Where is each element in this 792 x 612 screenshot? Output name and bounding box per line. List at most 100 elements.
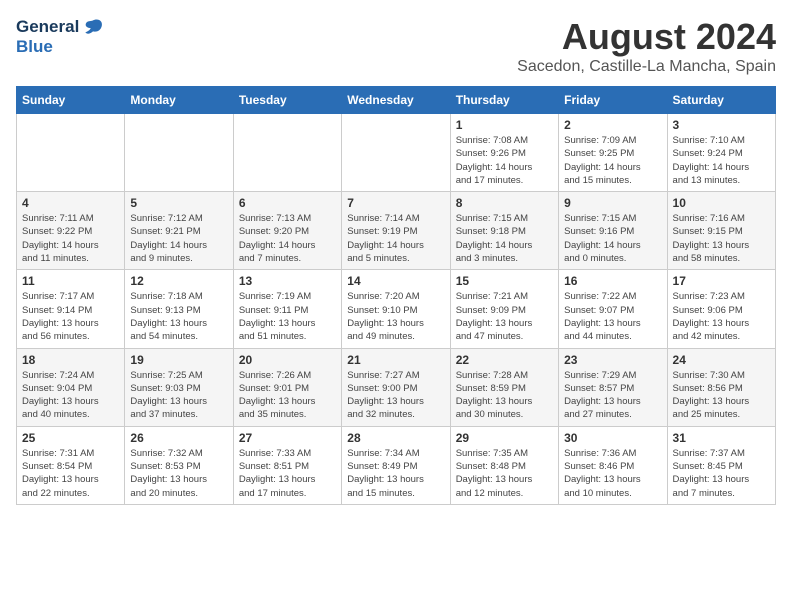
- day-number: 13: [239, 274, 336, 288]
- calendar-cell: [342, 114, 450, 192]
- calendar-table: SundayMondayTuesdayWednesdayThursdayFrid…: [16, 86, 776, 505]
- day-info: Sunrise: 7:10 AM Sunset: 9:24 PM Dayligh…: [673, 134, 770, 187]
- day-number: 15: [456, 274, 553, 288]
- calendar-cell: 28 Sunrise: 7:34 AM Sunset: 8:49 PM Dayli…: [342, 426, 450, 504]
- day-info: Sunrise: 7:37 AM Sunset: 8:45 PM Dayligh…: [673, 447, 770, 500]
- calendar-cell: 5Sunrise: 7:12 AM Sunset: 9:21 PM Daylig…: [125, 192, 233, 270]
- day-info: Sunrise: 7:21 AM Sunset: 9:09 PM Dayligh…: [456, 290, 553, 343]
- day-number: 27: [239, 431, 336, 445]
- calendar-cell: 11 Sunrise: 7:17 AM Sunset: 9:14 PM Dayli…: [17, 270, 125, 348]
- logo-text-blue: Blue: [16, 38, 104, 57]
- weekday-header-friday: Friday: [559, 87, 667, 114]
- calendar-cell: 27 Sunrise: 7:33 AM Sunset: 8:51 PM Dayli…: [233, 426, 341, 504]
- day-info: Sunrise: 7:13 AM Sunset: 9:20 PM Dayligh…: [239, 212, 336, 265]
- calendar-cell: 20 Sunrise: 7:26 AM Sunset: 9:01 PM Dayli…: [233, 348, 341, 426]
- day-number: 28: [347, 431, 444, 445]
- calendar-cell: 12 Sunrise: 7:18 AM Sunset: 9:13 PM Dayli…: [125, 270, 233, 348]
- calendar-cell: 1Sunrise: 7:08 AM Sunset: 9:26 PM Daylig…: [450, 114, 558, 192]
- day-number: 12: [130, 274, 227, 288]
- calendar-cell: 6 Sunrise: 7:13 AM Sunset: 9:20 PM Daylig…: [233, 192, 341, 270]
- day-info: Sunrise: 7:15 AM Sunset: 9:16 PM Dayligh…: [564, 212, 661, 265]
- day-number: 29: [456, 431, 553, 445]
- calendar-title: August 2024: [517, 16, 776, 58]
- calendar-cell: 24 Sunrise: 7:30 AM Sunset: 8:56 PM Dayli…: [667, 348, 775, 426]
- day-number: 14: [347, 274, 444, 288]
- day-number: 22: [456, 353, 553, 367]
- calendar-cell: 9Sunrise: 7:15 AM Sunset: 9:16 PM Daylig…: [559, 192, 667, 270]
- week-row-3: 11 Sunrise: 7:17 AM Sunset: 9:14 PM Dayli…: [17, 270, 776, 348]
- calendar-cell: 18Sunrise: 7:24 AM Sunset: 9:04 PM Dayli…: [17, 348, 125, 426]
- day-number: 26: [130, 431, 227, 445]
- calendar-cell: 19Sunrise: 7:25 AM Sunset: 9:03 PM Dayli…: [125, 348, 233, 426]
- weekday-header-wednesday: Wednesday: [342, 87, 450, 114]
- calendar-cell: 3Sunrise: 7:10 AM Sunset: 9:24 PM Daylig…: [667, 114, 775, 192]
- day-number: 25: [22, 431, 119, 445]
- calendar-cell: 14 Sunrise: 7:20 AM Sunset: 9:10 PM Dayli…: [342, 270, 450, 348]
- logo-text-general: General: [16, 18, 79, 37]
- day-number: 2: [564, 118, 661, 132]
- day-number: 20: [239, 353, 336, 367]
- day-number: 7: [347, 196, 444, 210]
- day-info: Sunrise: 7:31 AM Sunset: 8:54 PM Dayligh…: [22, 447, 119, 500]
- day-info: Sunrise: 7:19 AM Sunset: 9:11 PM Dayligh…: [239, 290, 336, 343]
- calendar-cell: 15 Sunrise: 7:21 AM Sunset: 9:09 PM Dayli…: [450, 270, 558, 348]
- weekday-header-saturday: Saturday: [667, 87, 775, 114]
- calendar-cell: [233, 114, 341, 192]
- day-info: Sunrise: 7:32 AM Sunset: 8:53 PM Dayligh…: [130, 447, 227, 500]
- day-info: Sunrise: 7:26 AM Sunset: 9:01 PM Dayligh…: [239, 369, 336, 422]
- calendar-cell: 22 Sunrise: 7:28 AM Sunset: 8:59 PM Dayli…: [450, 348, 558, 426]
- logo-bird-icon: [82, 16, 104, 38]
- day-number: 6: [239, 196, 336, 210]
- day-info: Sunrise: 7:20 AM Sunset: 9:10 PM Dayligh…: [347, 290, 444, 343]
- day-number: 10: [673, 196, 770, 210]
- day-number: 30: [564, 431, 661, 445]
- day-info: Sunrise: 7:14 AM Sunset: 9:19 PM Dayligh…: [347, 212, 444, 265]
- day-info: Sunrise: 7:18 AM Sunset: 9:13 PM Dayligh…: [130, 290, 227, 343]
- day-info: Sunrise: 7:16 AM Sunset: 9:15 PM Dayligh…: [673, 212, 770, 265]
- day-number: 17: [673, 274, 770, 288]
- page-header: General Blue August 2024 Sacedon, Castil…: [16, 16, 776, 76]
- day-number: 21: [347, 353, 444, 367]
- calendar-cell: 23 Sunrise: 7:29 AM Sunset: 8:57 PM Dayli…: [559, 348, 667, 426]
- day-info: Sunrise: 7:23 AM Sunset: 9:06 PM Dayligh…: [673, 290, 770, 343]
- day-info: Sunrise: 7:17 AM Sunset: 9:14 PM Dayligh…: [22, 290, 119, 343]
- day-info: Sunrise: 7:29 AM Sunset: 8:57 PM Dayligh…: [564, 369, 661, 422]
- day-number: 11: [22, 274, 119, 288]
- day-number: 5: [130, 196, 227, 210]
- weekday-header-tuesday: Tuesday: [233, 87, 341, 114]
- weekday-header-sunday: Sunday: [17, 87, 125, 114]
- day-number: 31: [673, 431, 770, 445]
- calendar-cell: 17 Sunrise: 7:23 AM Sunset: 9:06 PM Dayli…: [667, 270, 775, 348]
- day-info: Sunrise: 7:30 AM Sunset: 8:56 PM Dayligh…: [673, 369, 770, 422]
- weekday-header-thursday: Thursday: [450, 87, 558, 114]
- day-number: 16: [564, 274, 661, 288]
- calendar-cell: [125, 114, 233, 192]
- day-info: Sunrise: 7:27 AM Sunset: 9:00 PM Dayligh…: [347, 369, 444, 422]
- day-number: 23: [564, 353, 661, 367]
- calendar-cell: 30Sunrise: 7:36 AM Sunset: 8:46 PM Dayli…: [559, 426, 667, 504]
- calendar-cell: 10 Sunrise: 7:16 AM Sunset: 9:15 PM Dayli…: [667, 192, 775, 270]
- day-number: 8: [456, 196, 553, 210]
- calendar-cell: 25 Sunrise: 7:31 AM Sunset: 8:54 PM Dayli…: [17, 426, 125, 504]
- calendar-cell: 26 Sunrise: 7:32 AM Sunset: 8:53 PM Dayli…: [125, 426, 233, 504]
- day-info: Sunrise: 7:09 AM Sunset: 9:25 PM Dayligh…: [564, 134, 661, 187]
- calendar-cell: 31 Sunrise: 7:37 AM Sunset: 8:45 PM Dayli…: [667, 426, 775, 504]
- day-number: 24: [673, 353, 770, 367]
- calendar-cell: 4Sunrise: 7:11 AM Sunset: 9:22 PM Daylig…: [17, 192, 125, 270]
- calendar-cell: 7 Sunrise: 7:14 AM Sunset: 9:19 PM Daylig…: [342, 192, 450, 270]
- weekday-header-row: SundayMondayTuesdayWednesdayThursdayFrid…: [17, 87, 776, 114]
- calendar-subtitle: Sacedon, Castille-La Mancha, Spain: [517, 58, 776, 76]
- calendar-cell: [17, 114, 125, 192]
- day-info: Sunrise: 7:11 AM Sunset: 9:22 PM Dayligh…: [22, 212, 119, 265]
- day-info: Sunrise: 7:15 AM Sunset: 9:18 PM Dayligh…: [456, 212, 553, 265]
- weekday-header-monday: Monday: [125, 87, 233, 114]
- calendar-cell: 8 Sunrise: 7:15 AM Sunset: 9:18 PM Daylig…: [450, 192, 558, 270]
- day-info: Sunrise: 7:28 AM Sunset: 8:59 PM Dayligh…: [456, 369, 553, 422]
- calendar-cell: 2 Sunrise: 7:09 AM Sunset: 9:25 PM Daylig…: [559, 114, 667, 192]
- week-row-4: 18Sunrise: 7:24 AM Sunset: 9:04 PM Dayli…: [17, 348, 776, 426]
- day-number: 18: [22, 353, 119, 367]
- day-info: Sunrise: 7:33 AM Sunset: 8:51 PM Dayligh…: [239, 447, 336, 500]
- day-info: Sunrise: 7:34 AM Sunset: 8:49 PM Dayligh…: [347, 447, 444, 500]
- day-number: 19: [130, 353, 227, 367]
- week-row-1: 1Sunrise: 7:08 AM Sunset: 9:26 PM Daylig…: [17, 114, 776, 192]
